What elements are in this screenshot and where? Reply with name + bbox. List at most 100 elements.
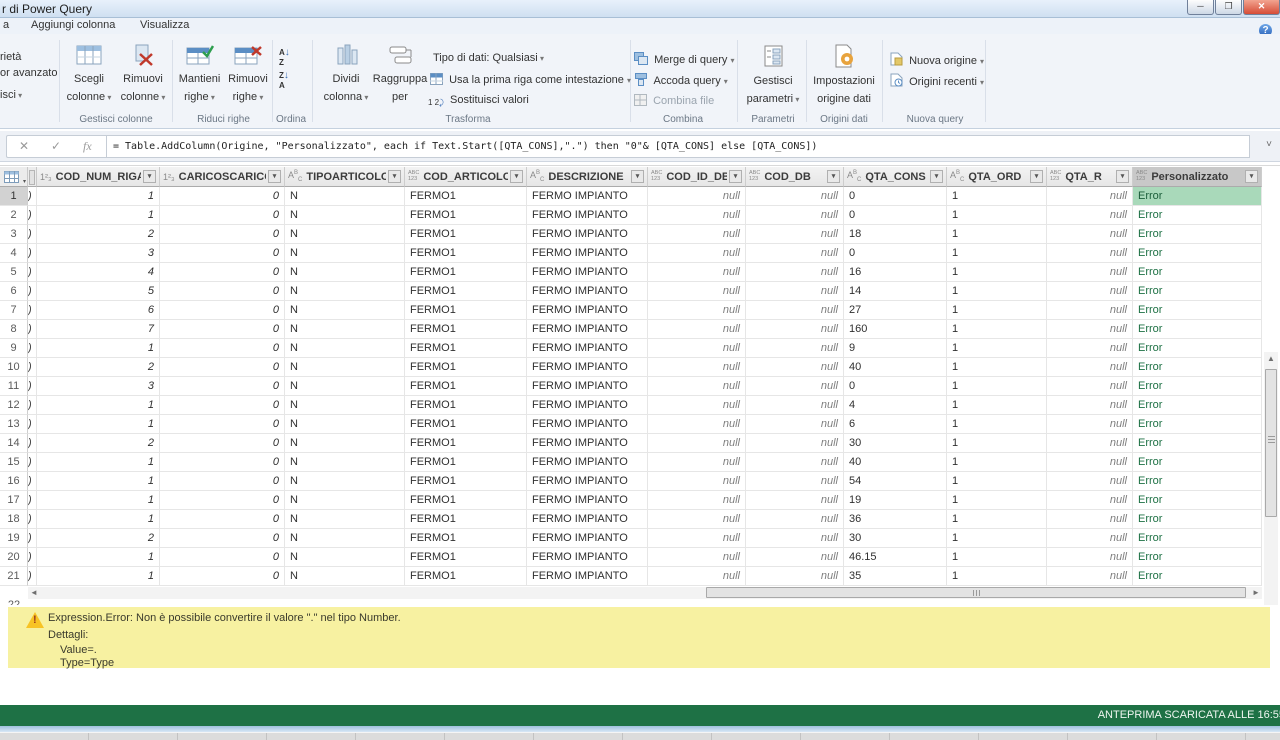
grid-cell-personalizzato[interactable]: Error: [1133, 415, 1262, 434]
row-number[interactable]: 12: [0, 396, 28, 415]
grid-cell-personalizzato[interactable]: Error: [1133, 301, 1262, 320]
column-header-personalizzato[interactable]: ABC 123 Personalizzato ▾: [1133, 167, 1262, 187]
column-header-cod_num_riga[interactable]: 1²₃ COD_NUM_RIGA ▾: [37, 167, 160, 187]
grid-cell-qta_cons[interactable]: 0: [844, 244, 947, 263]
grid-cell-cod_id_db[interactable]: null: [648, 301, 746, 320]
filter-dropdown-button[interactable]: ▾: [388, 170, 401, 183]
raggruppa-per-button[interactable]: Raggruppa per: [372, 44, 428, 116]
grid-cell-cod_num_riga[interactable]: 2: [37, 529, 160, 548]
grid-cell-cod_db[interactable]: null: [746, 415, 844, 434]
grid-cell-caricoscarico[interactable]: 0: [160, 282, 285, 301]
mantieni-righe-button[interactable]: Mantieni righe: [175, 44, 224, 116]
filter-dropdown-button[interactable]: ▾: [827, 170, 840, 183]
rimuovi-righe-button[interactable]: Rimuovi righe: [224, 44, 272, 116]
grid-cell-descrizione[interactable]: FERMO IMPIANTO: [527, 415, 648, 434]
grid-cell-caricoscarico[interactable]: 0: [160, 396, 285, 415]
grid-cell-tipoarticolo[interactable]: N: [285, 358, 405, 377]
grid-cell-descrizione[interactable]: FERMO IMPIANTO: [527, 301, 648, 320]
grid-cell-tipoarticolo[interactable]: N: [285, 567, 405, 586]
grid-cell-cod_db[interactable]: null: [746, 529, 844, 548]
grid-cell-cod_articolo[interactable]: FERMO1: [405, 320, 527, 339]
minimize-button[interactable]: ─: [1187, 0, 1214, 15]
grid-cell-cod_id_db[interactable]: null: [648, 377, 746, 396]
grid-cell-qta_r[interactable]: null: [1047, 510, 1133, 529]
grid-cell-qta_cons[interactable]: 40: [844, 453, 947, 472]
column-header-qta_ord[interactable]: ABC QTA_ORD ▾: [947, 167, 1047, 187]
grid-cell-caricoscarico[interactable]: 0: [160, 491, 285, 510]
row-number[interactable]: 19: [0, 529, 28, 548]
grid-cell-cod_articolo[interactable]: FERMO1: [405, 415, 527, 434]
grid-cell-tipoarticolo[interactable]: N: [285, 529, 405, 548]
grid-cell-personalizzato[interactable]: Error: [1133, 491, 1262, 510]
accoda-query-button[interactable]: Accoda query: [634, 73, 728, 89]
grid-cell-cod_db[interactable]: null: [746, 225, 844, 244]
row-number[interactable]: 13: [0, 415, 28, 434]
grid-cell-cod_articolo[interactable]: FERMO1: [405, 244, 527, 263]
grid-cell-tipoarticolo[interactable]: N: [285, 225, 405, 244]
grid-cell-qta_r[interactable]: null: [1047, 396, 1133, 415]
grid-cell-qta_cons[interactable]: 54: [844, 472, 947, 491]
grid-cell-cod_id_db[interactable]: null: [648, 567, 746, 586]
grid-cell-personalizzato[interactable]: Error: [1133, 282, 1262, 301]
grid-cell-tipoarticolo[interactable]: N: [285, 263, 405, 282]
restore-button[interactable]: ❐: [1215, 0, 1242, 15]
horizontal-scrollbar[interactable]: ◄ ►: [28, 587, 1262, 599]
grid-cell-cod_articolo[interactable]: FERMO1: [405, 225, 527, 244]
grid-cell-qta_r[interactable]: null: [1047, 434, 1133, 453]
filter-dropdown-button[interactable]: ▾: [631, 170, 644, 183]
grid-cell-qta_ord[interactable]: 1: [947, 548, 1047, 567]
grid-cell-descrizione[interactable]: FERMO IMPIANTO: [527, 510, 648, 529]
column-header-descrizione[interactable]: ABC DESCRIZIONE ▾: [527, 167, 648, 187]
column-header-cod_id_db[interactable]: ABC 123 COD_ID_DB ▾: [648, 167, 746, 187]
grid-cell-cod_num_riga[interactable]: 2: [37, 225, 160, 244]
grid-cell-qta_r[interactable]: null: [1047, 263, 1133, 282]
grid-cell-tipoarticolo[interactable]: N: [285, 339, 405, 358]
grid-cell-qta_cons[interactable]: 35: [844, 567, 947, 586]
grid-cell-caricoscarico[interactable]: 0: [160, 415, 285, 434]
grid-cell-cod_db[interactable]: null: [746, 434, 844, 453]
filter-dropdown-button[interactable]: ▾: [510, 170, 523, 183]
grid-cell-cod_num_riga[interactable]: 2: [37, 358, 160, 377]
grid-cell-cod_num_riga[interactable]: 1: [37, 187, 160, 206]
grid-cell-cod_articolo[interactable]: FERMO1: [405, 206, 527, 225]
grid-cell-caricoscarico[interactable]: 0: [160, 510, 285, 529]
grid-cell-cod_id_db[interactable]: null: [648, 339, 746, 358]
grid-cell-cod_db[interactable]: null: [746, 358, 844, 377]
grid-cell-qta_r[interactable]: null: [1047, 548, 1133, 567]
tipo-di-dati-button[interactable]: Tipo di dati: Qualsiasi: [433, 52, 544, 68]
grid-cell-personalizzato[interactable]: Error: [1133, 320, 1262, 339]
scroll-left-arrow-icon[interactable]: ◄: [28, 587, 40, 599]
grid-cell-cod_articolo[interactable]: FERMO1: [405, 434, 527, 453]
grid-cell-caricoscarico[interactable]: 0: [160, 453, 285, 472]
row-number[interactable]: 18: [0, 510, 28, 529]
grid-cell-qta_r[interactable]: null: [1047, 529, 1133, 548]
impostazioni-origine-dati-button[interactable]: Impostazioni origine dati: [810, 44, 878, 116]
grid-cell-personalizzato[interactable]: Error: [1133, 396, 1262, 415]
grid-cell-descrizione[interactable]: FERMO IMPIANTO: [527, 491, 648, 510]
grid-cell-personalizzato[interactable]: Error: [1133, 529, 1262, 548]
tab-visualizza[interactable]: Visualizza: [140, 19, 189, 31]
grid-cell-cod_db[interactable]: null: [746, 244, 844, 263]
grid-cell-cod_id_db[interactable]: null: [648, 263, 746, 282]
grid-cell-descrizione[interactable]: FERMO IMPIANTO: [527, 244, 648, 263]
row-number[interactable]: 16: [0, 472, 28, 491]
grid-cell-cod_num_riga[interactable]: 1: [37, 339, 160, 358]
grid-cell-cod_articolo[interactable]: FERMO1: [405, 377, 527, 396]
sort-ascending-button[interactable]: A↓ Z: [279, 47, 303, 67]
grid-cell-caricoscarico[interactable]: 0: [160, 548, 285, 567]
grid-cell-descrizione[interactable]: FERMO IMPIANTO: [527, 206, 648, 225]
grid-cell-cod_id_db[interactable]: null: [648, 282, 746, 301]
grid-cell-qta_ord[interactable]: 1: [947, 263, 1047, 282]
grid-cell-qta_r[interactable]: null: [1047, 244, 1133, 263]
grid-cell-qta_ord[interactable]: 1: [947, 206, 1047, 225]
row-number[interactable]: 11: [0, 377, 28, 396]
grid-cell-tipoarticolo[interactable]: N: [285, 282, 405, 301]
vertical-scrollbar[interactable]: ▲ ▼: [1264, 352, 1278, 605]
grid-cell-qta_r[interactable]: null: [1047, 491, 1133, 510]
grid-cell-qta_ord[interactable]: 1: [947, 396, 1047, 415]
scroll-right-arrow-icon[interactable]: ►: [1250, 587, 1262, 599]
row-number[interactable]: 1: [0, 187, 28, 206]
grid-cell-caricoscarico[interactable]: 0: [160, 472, 285, 491]
grid-cell-qta_cons[interactable]: 18: [844, 225, 947, 244]
row-number[interactable]: 15: [0, 453, 28, 472]
